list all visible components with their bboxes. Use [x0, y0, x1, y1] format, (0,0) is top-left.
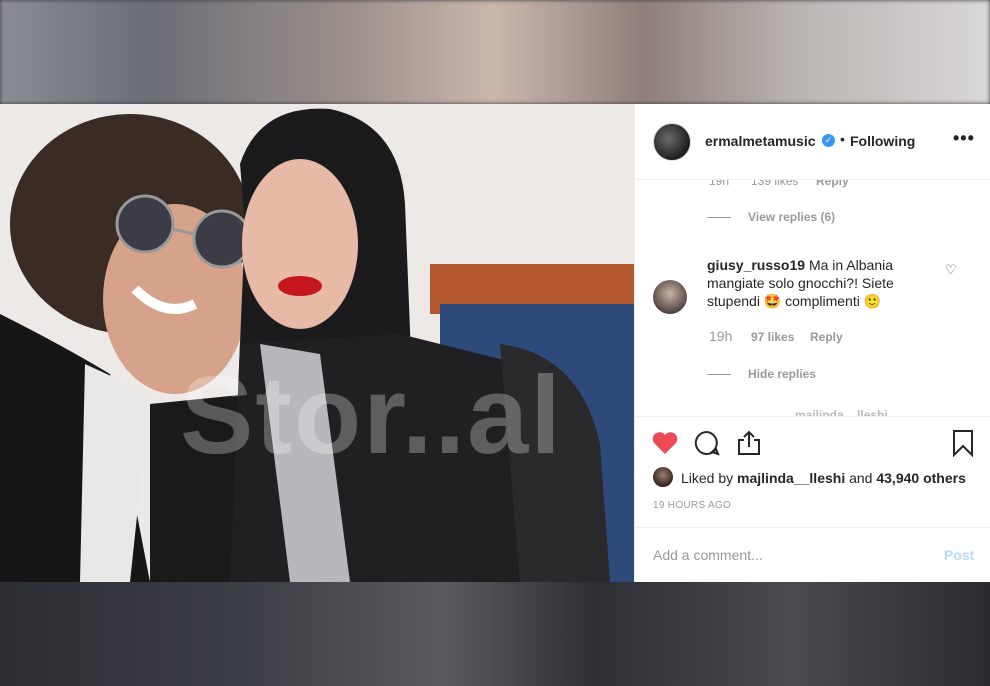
- hide-replies-line: [707, 374, 731, 375]
- post-timestamp[interactable]: 19 HOURS AGO: [653, 500, 731, 511]
- view-replies-button[interactable]: View replies (6): [748, 210, 835, 224]
- liked-by-avatar[interactable]: [653, 467, 673, 487]
- post-actions: Liked by majlinda__lleshi and 43,940 oth…: [635, 416, 990, 582]
- liked-by-username[interactable]: majlinda__lleshi: [737, 470, 845, 486]
- blurred-background-top: [0, 0, 990, 104]
- post-comment-button[interactable]: Post: [944, 547, 974, 563]
- comment-reply-button[interactable]: Reply: [810, 330, 843, 344]
- hide-replies-button[interactable]: Hide replies: [748, 367, 816, 381]
- watermark-text: Stor..al: [180, 354, 563, 477]
- post-sidebar: ermalmetamusic ✓ • Following ••• 19h 139…: [634, 104, 990, 582]
- bookmark-icon[interactable]: [951, 429, 975, 462]
- comment-input[interactable]: Add a comment...: [653, 547, 763, 563]
- comment-bubble-icon[interactable]: [693, 429, 721, 462]
- liked-and-label: and: [849, 470, 873, 486]
- comment-like-icon[interactable]: ♡: [945, 262, 957, 278]
- comment-body: giusy_russo19 Ma in Albania mangiate sol…: [707, 256, 947, 310]
- commenter-username[interactable]: giusy_russo19: [707, 257, 805, 273]
- blurred-background-bottom: [0, 582, 990, 686]
- author-username[interactable]: ermalmetamusic: [705, 133, 816, 149]
- liked-by-label: Liked by: [681, 470, 734, 486]
- comments-list[interactable]: 19h 139 likes Reply View replies (6) giu…: [635, 180, 990, 416]
- post-photo[interactable]: Stor..al: [0, 104, 634, 582]
- verified-badge-icon: ✓: [822, 134, 835, 147]
- comment-time: 19h: [709, 328, 733, 344]
- view-replies-line: [707, 217, 731, 218]
- prev-reply-button[interactable]: Reply: [816, 180, 849, 188]
- post-header: ermalmetamusic ✓ • Following •••: [635, 104, 990, 180]
- commenter-avatar[interactable]: [653, 280, 687, 314]
- add-comment-bar: Add a comment... Post: [635, 527, 990, 583]
- header-separator: •: [840, 131, 845, 147]
- share-icon[interactable]: [736, 429, 762, 462]
- likes-count[interactable]: 43,940 others: [876, 470, 966, 486]
- photo-illustration: [0, 104, 634, 582]
- next-reply-username[interactable]: majlinda__lleshi: [795, 408, 888, 416]
- following-button[interactable]: Following: [850, 133, 915, 149]
- more-options-icon[interactable]: •••: [953, 128, 975, 149]
- author-avatar[interactable]: [653, 123, 691, 161]
- like-heart-icon[interactable]: [651, 430, 679, 461]
- prev-comment-time: 19h: [709, 180, 730, 188]
- likes-summary: Liked by majlinda__lleshi and 43,940 oth…: [681, 470, 966, 486]
- comment-likes[interactable]: 97 likes: [751, 330, 794, 344]
- prev-comment-likes[interactable]: 139 likes: [751, 180, 798, 188]
